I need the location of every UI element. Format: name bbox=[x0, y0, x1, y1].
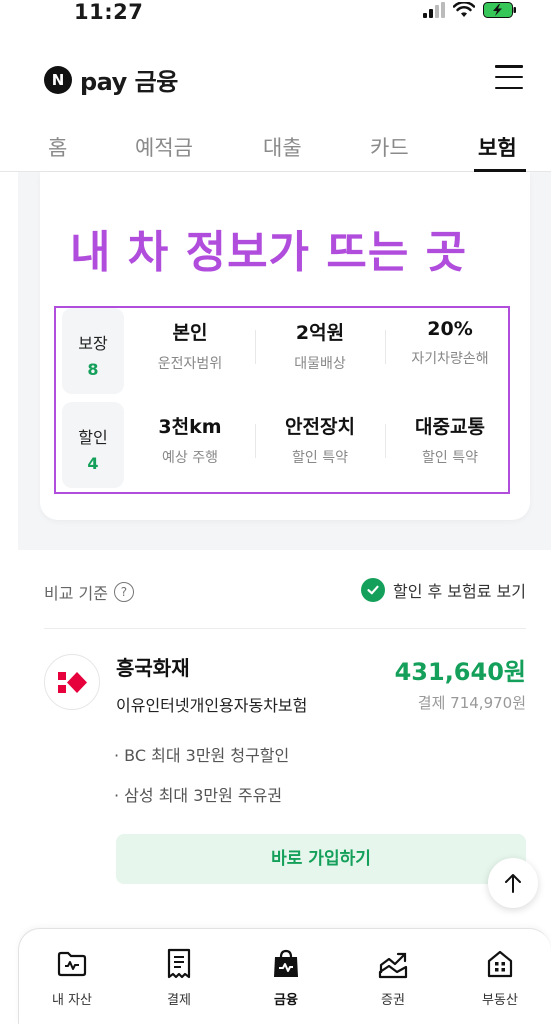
arrow-up-icon bbox=[505, 874, 521, 893]
discounted-price: 431,640원 bbox=[394, 658, 526, 686]
coverage-value: 2억원 bbox=[295, 322, 345, 344]
help-icon[interactable]: ? bbox=[113, 582, 134, 602]
nav-my-assets[interactable]: 내 자산 bbox=[32, 947, 112, 1008]
nav-label: 부동산 bbox=[482, 993, 518, 1008]
status-bar: 11:27 bbox=[0, 0, 551, 30]
coverage-label: 자기차량손해 bbox=[411, 351, 489, 367]
finance-bag-icon bbox=[246, 947, 326, 981]
tab-insurance[interactable]: 보험 bbox=[478, 132, 517, 162]
coverage-value: 본인 bbox=[172, 322, 208, 344]
insurer-name: 흥국화재 bbox=[116, 656, 190, 680]
discount-item[interactable]: 3천km 예상 주행 bbox=[126, 412, 254, 467]
row-label-coverage: 보장 8 bbox=[62, 308, 124, 394]
check-circle-icon bbox=[360, 578, 385, 602]
battery-charging-icon bbox=[483, 2, 516, 18]
coverage-item[interactable]: 본인 운전자범위 bbox=[126, 318, 254, 373]
app-header: N pay 금융 bbox=[0, 55, 551, 101]
discount-value: 3천km bbox=[158, 416, 222, 438]
scroll-to-top-button[interactable] bbox=[488, 858, 538, 908]
coverage-item[interactable]: 20% 자기차량손해 bbox=[386, 318, 514, 368]
discount-row: 할인 4 3천km 예상 주행 안전장치 할인 특약 대중교통 할인 특약 bbox=[56, 402, 512, 494]
building-icon bbox=[460, 947, 540, 981]
section-divider bbox=[44, 628, 526, 629]
nav-label: 금융 bbox=[274, 993, 298, 1008]
row-label-discount: 할인 4 bbox=[62, 402, 124, 488]
row-count: 8 bbox=[87, 360, 99, 379]
discount-value: 대중교통 bbox=[415, 416, 485, 438]
logo-text: pay 금융 bbox=[80, 68, 178, 96]
tab-home[interactable]: 홈 bbox=[48, 132, 67, 162]
status-icons bbox=[423, 2, 517, 18]
discount-item[interactable]: 대중교통 할인 특약 bbox=[386, 412, 514, 467]
row-count: 4 bbox=[87, 454, 99, 473]
hamburger-menu-icon[interactable] bbox=[495, 65, 523, 89]
tab-deposit[interactable]: 예적금 bbox=[135, 132, 193, 162]
row-label-text: 보장 bbox=[78, 334, 108, 353]
discount-price-toggle[interactable]: 할인 후 보험료 보기 bbox=[360, 578, 526, 602]
discount-label: 예상 주행 bbox=[162, 450, 218, 466]
compare-basis[interactable]: 비교 기준 ? bbox=[44, 580, 134, 604]
coverage-label: 대물배상 bbox=[294, 356, 346, 372]
insurer-logo-icon bbox=[44, 654, 100, 710]
stock-chart-icon bbox=[353, 947, 433, 981]
nav-finance[interactable]: 금융 bbox=[246, 947, 326, 1008]
nav-payment[interactable]: 결제 bbox=[139, 947, 219, 1008]
nav-label: 증권 bbox=[381, 993, 405, 1008]
signal-icon bbox=[423, 2, 445, 18]
nav-label: 내 자산 bbox=[51, 993, 92, 1008]
coverage-item[interactable]: 2억원 대물배상 bbox=[256, 318, 384, 373]
row-label-text: 할인 bbox=[78, 428, 108, 447]
nav-real-estate[interactable]: 부동산 bbox=[460, 947, 540, 1008]
coverage-label: 운전자범위 bbox=[157, 356, 223, 372]
benefit-item: · BC 최대 3만원 청구할인 bbox=[114, 746, 290, 765]
discount-item[interactable]: 안전장치 할인 특약 bbox=[256, 412, 384, 467]
join-now-button[interactable]: 바로 가입하기 bbox=[116, 834, 526, 884]
coverage-row: 보장 8 본인 운전자범위 2억원 대물배상 20% 자기차량손해 bbox=[56, 308, 512, 400]
nav-stocks[interactable]: 증권 bbox=[353, 947, 433, 1008]
original-price: 결제 714,970원 bbox=[417, 694, 526, 712]
benefit-item: · 삼성 최대 3만원 주유권 bbox=[114, 786, 283, 805]
logo-n-badge: N bbox=[44, 65, 72, 94]
compare-basis-label: 비교 기준 bbox=[44, 584, 108, 603]
coverage-value: 20% bbox=[427, 318, 473, 340]
npay-logo[interactable]: N pay 금융 bbox=[44, 62, 178, 97]
status-time: 11:27 bbox=[74, 0, 144, 24]
discount-label: 할인 특약 bbox=[422, 450, 478, 466]
compare-row: 비교 기준 ? 할인 후 보험료 보기 bbox=[44, 578, 526, 606]
bottom-navigation: 내 자산 결제 금융 증권 부동산 bbox=[18, 928, 551, 1024]
wifi-icon bbox=[453, 2, 475, 17]
receipt-icon bbox=[139, 947, 219, 981]
car-info-headline: 내 차 정보가 뜨는 곳 bbox=[70, 227, 468, 278]
tab-loan[interactable]: 대출 bbox=[263, 132, 302, 162]
tab-card[interactable]: 카드 bbox=[370, 132, 409, 162]
category-tabs: 홈 예적금 대출 카드 보험 bbox=[0, 126, 551, 172]
nav-label: 결제 bbox=[167, 993, 191, 1008]
asset-folder-icon bbox=[32, 947, 112, 981]
discount-toggle-label: 할인 후 보험료 보기 bbox=[392, 582, 526, 601]
discount-label: 할인 특약 bbox=[292, 450, 348, 466]
product-name: 이유인터넷개인용자동차보험 bbox=[116, 696, 308, 715]
discount-value: 안전장치 bbox=[285, 416, 355, 438]
coverage-summary-box: 보장 8 본인 운전자범위 2억원 대물배상 20% 자기차량손해 할인 4 3… bbox=[54, 306, 510, 494]
insurance-offer[interactable]: 흥국화재 이유인터넷개인용자동차보험 431,640원 결제 714,970원 bbox=[44, 652, 526, 722]
